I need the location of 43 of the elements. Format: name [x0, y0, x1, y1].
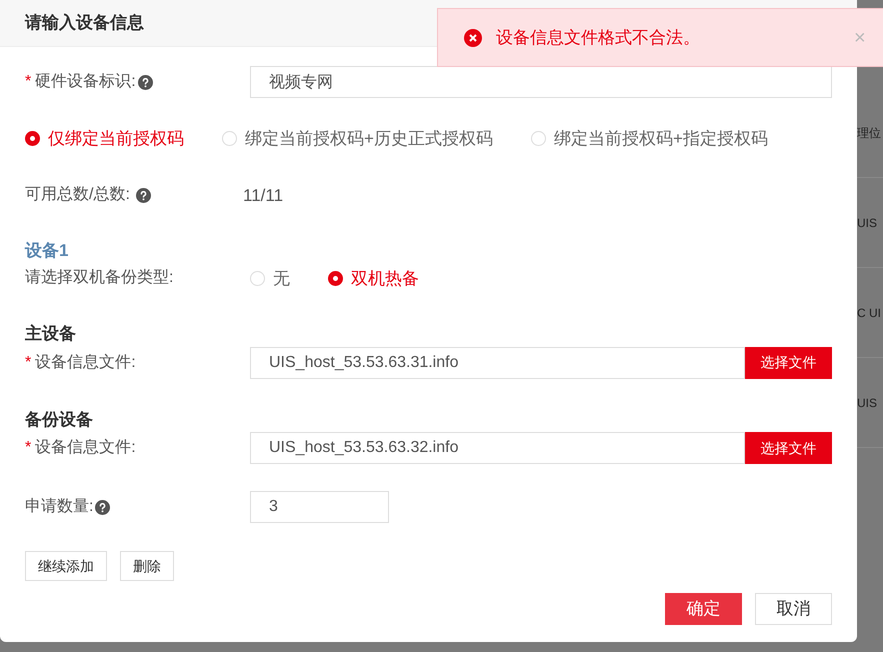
help-icon: [138, 74, 153, 90]
quantity-field[interactable]: 3: [250, 491, 389, 523]
delete-button[interactable]: 删除: [120, 551, 174, 581]
radio-button[interactable]: [530, 131, 546, 146]
radio-label: 绑定当前授权码+历史正式授权码: [245, 128, 493, 150]
background-text: UIS: [857, 214, 878, 232]
background-text: UIS: [857, 394, 878, 412]
background-text: 理位: [857, 124, 881, 142]
help-icon: [95, 500, 110, 514]
radio-button[interactable]: [222, 131, 237, 146]
field-label: 请选择双机备份类型:: [25, 268, 174, 288]
required-asterisk: *: [25, 352, 32, 372]
field-label: 设备信息文件:: [35, 352, 136, 372]
input-field[interactable]: 视频专网: [250, 66, 832, 98]
required-asterisk: *: [25, 438, 32, 458]
count-value: 11/11: [243, 184, 284, 206]
radio-label: 无: [273, 268, 290, 290]
field-label: 申请数量:: [25, 496, 94, 517]
radio-label: 双机热备: [351, 268, 419, 290]
choose-file-button[interactable]: 选择文件: [745, 346, 832, 378]
error-icon: [464, 28, 482, 46]
required-asterisk: *: [25, 72, 32, 92]
field-label: 可用总数/总数:: [25, 185, 130, 206]
field-label: 设备信息文件:: [35, 438, 136, 458]
section-heading: 主设备: [25, 323, 76, 345]
cancel-button[interactable]: 取消: [755, 593, 832, 625]
choose-file-button[interactable]: 选择文件: [745, 432, 832, 464]
add-button[interactable]: 继续添加: [25, 551, 107, 581]
radio-label: 仅绑定当前授权码: [48, 128, 184, 150]
toast-message: 设备信息文件格式不合法。: [496, 26, 700, 49]
section-heading: 备份设备: [25, 408, 93, 430]
radio-button[interactable]: [328, 270, 343, 286]
radio-button[interactable]: [25, 131, 40, 146]
device-heading: 设备1: [25, 240, 68, 262]
file-field[interactable]: UIS_host_53.53.63.32.info: [250, 432, 745, 464]
radio-label: 绑定当前授权码+指定授权码: [554, 128, 768, 150]
help-icon: [136, 188, 151, 203]
confirm-button[interactable]: 确定: [665, 593, 742, 625]
dialog-title: 请输入设备信息: [25, 12, 144, 34]
field-label: 硬件设备标识:: [35, 72, 136, 92]
radio-button[interactable]: [250, 270, 265, 286]
background-text: C UI: [857, 304, 881, 322]
file-field[interactable]: UIS_host_53.53.63.31.info: [250, 346, 745, 378]
